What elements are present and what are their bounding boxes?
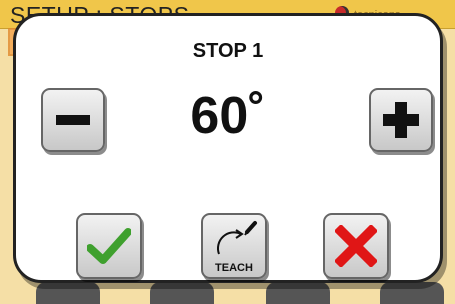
cancel-button[interactable] [323, 213, 389, 279]
plus-icon [383, 102, 419, 138]
dialog-title: STOP 1 [192, 40, 264, 62]
minus-icon [56, 115, 90, 125]
confirm-button[interactable] [76, 213, 142, 279]
stop-dialog: STOP 1 60˚ TEACH [13, 13, 443, 283]
checkmark-icon [87, 228, 131, 264]
increment-button[interactable] [369, 88, 433, 152]
background-tab [380, 282, 444, 304]
x-icon [335, 225, 377, 267]
decrement-button[interactable] [41, 88, 105, 152]
background-tab [266, 282, 330, 304]
teach-arc-pen-icon [216, 221, 257, 255]
teach-label: TEACH [215, 262, 253, 274]
background-tab [36, 282, 100, 304]
background-tab [150, 282, 214, 304]
teach-button[interactable]: TEACH [201, 213, 267, 279]
